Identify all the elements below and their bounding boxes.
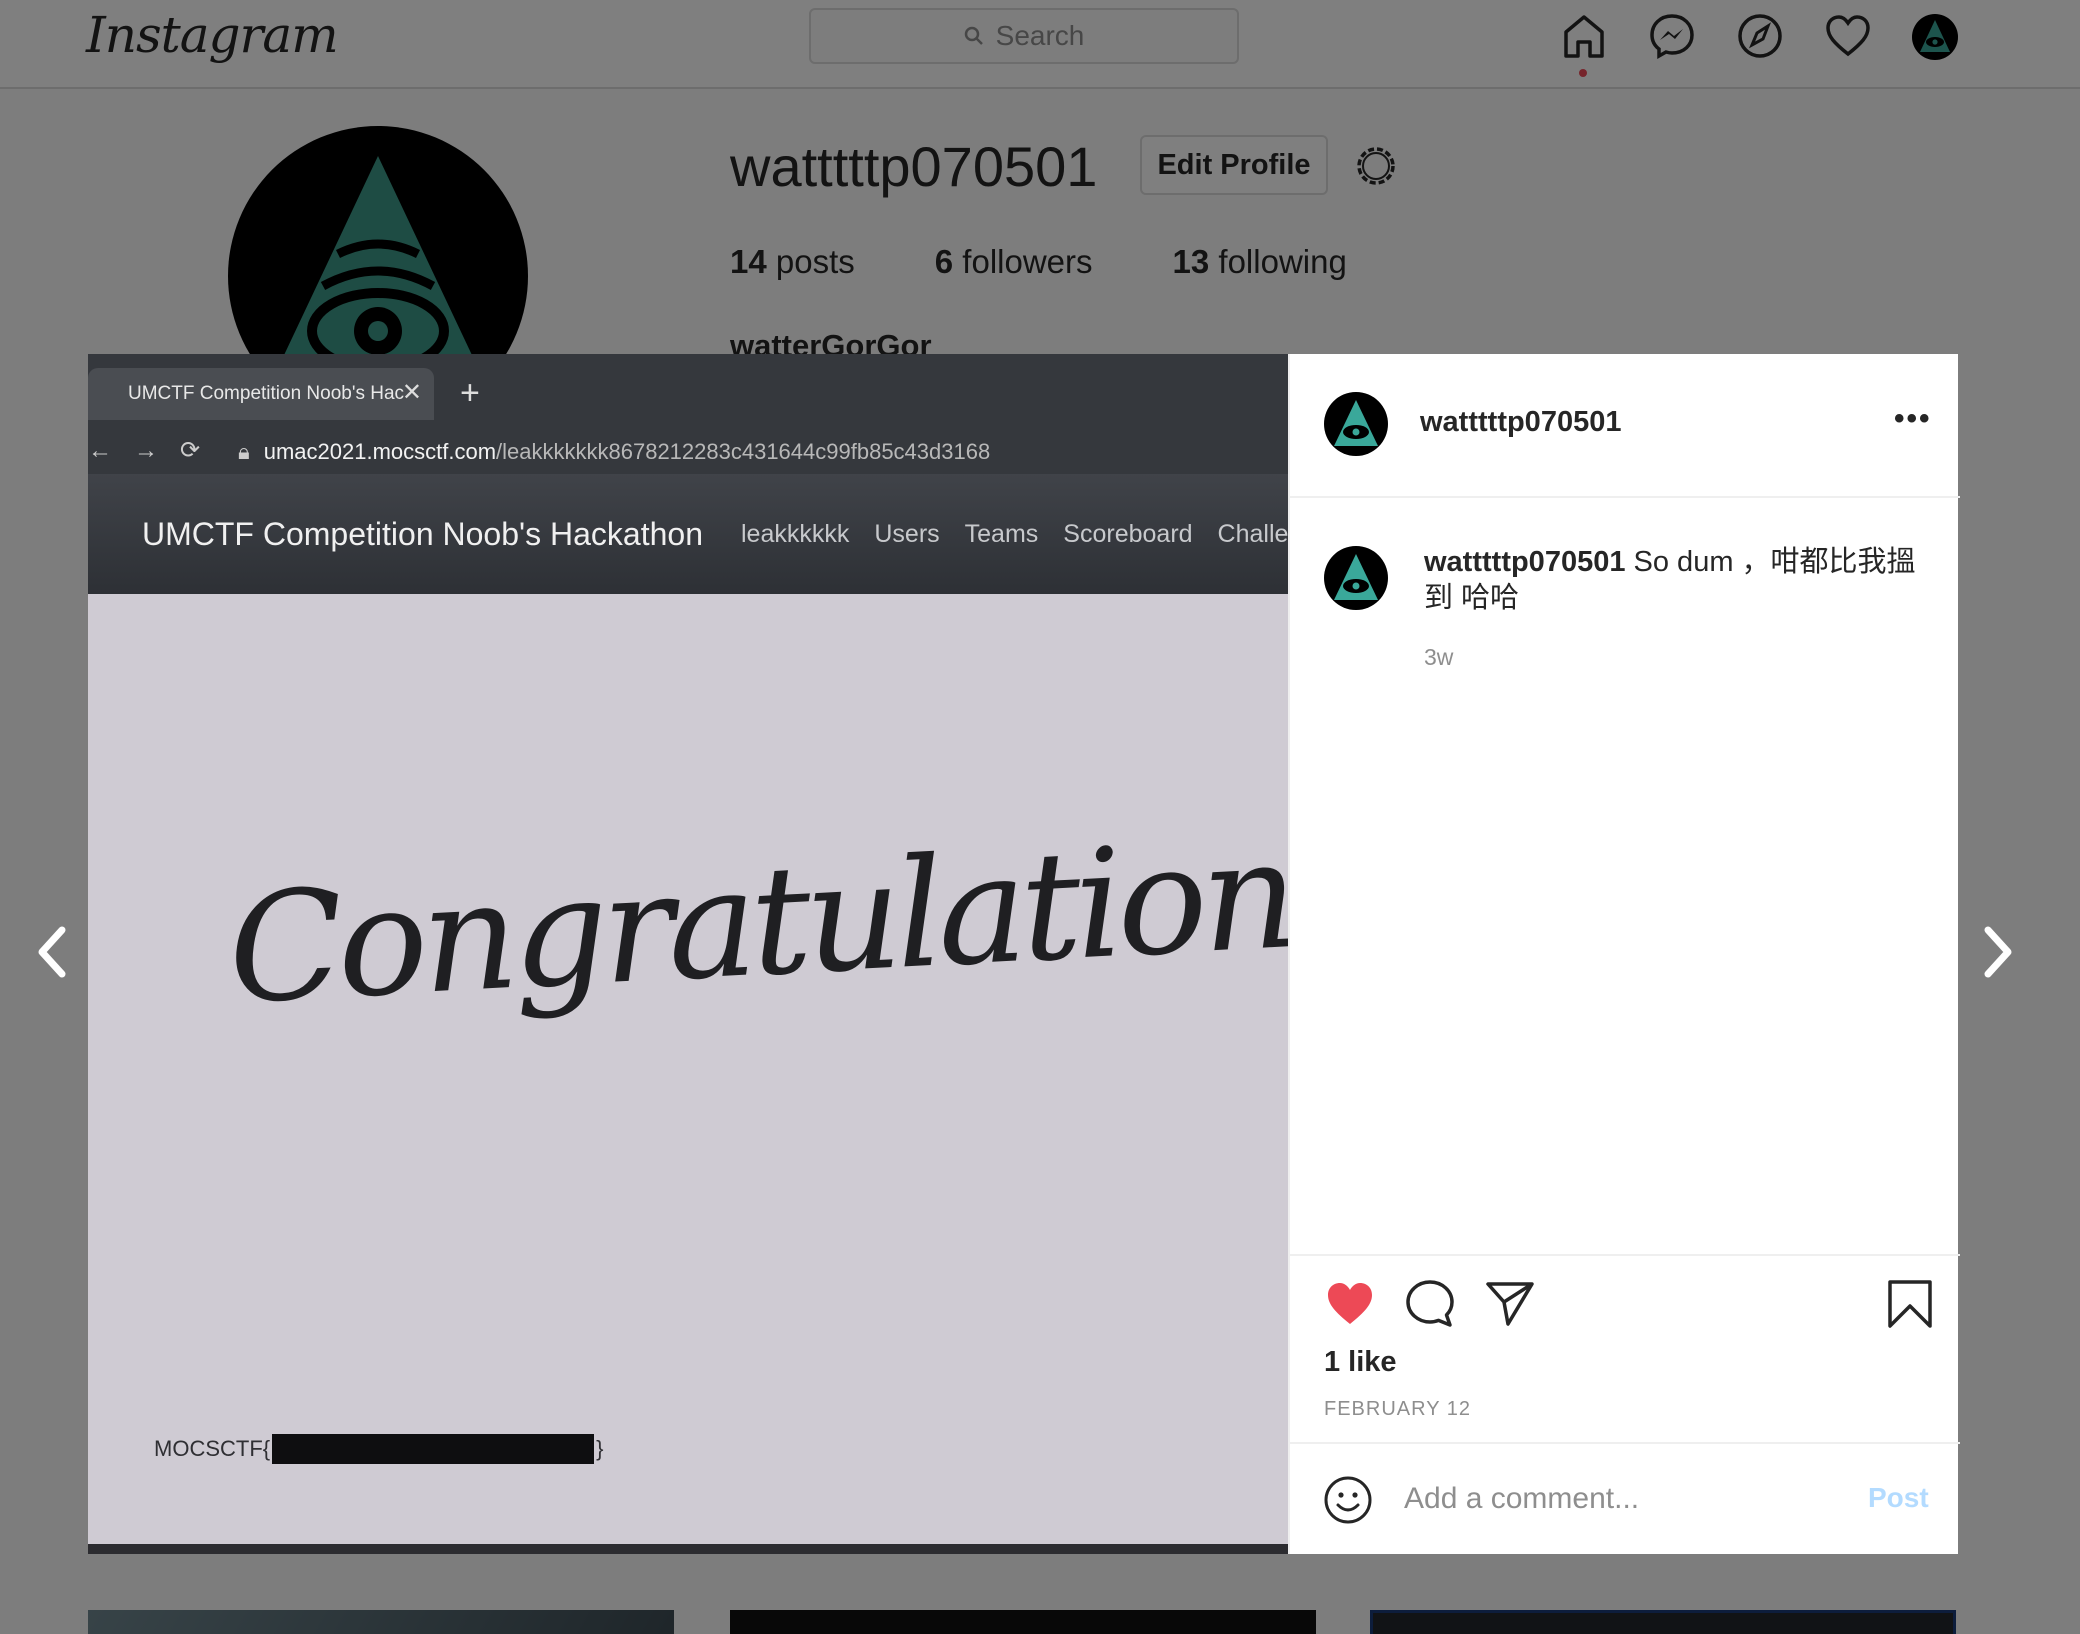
redaction-bar xyxy=(272,1434,595,1464)
author-avatar[interactable] xyxy=(1324,392,1388,456)
photo-flag-suffix: } xyxy=(596,1436,604,1461)
next-post-chevron-icon[interactable] xyxy=(1974,922,2022,982)
post-comment-button[interactable]: Post xyxy=(1868,1482,1929,1514)
photo-flag-prefix: MOCSCTF{ xyxy=(154,1436,271,1461)
photo-browser-chrome: UMCTF Competition Noob's Hac ✕ + ←→⟳ 🔒︎ … xyxy=(88,354,1288,474)
photo-url-host: umac2021.mocsctf.com xyxy=(263,439,497,464)
caption-time-ago: 3w xyxy=(1424,644,1454,670)
photo-site-brand: UMCTF Competition Noob's Hackathon xyxy=(142,515,703,552)
comment-bar: Post xyxy=(1290,1442,1960,1554)
comment-input[interactable] xyxy=(1404,1474,1844,1524)
save-bookmark-icon[interactable] xyxy=(1884,1278,1936,1330)
more-options-icon[interactable]: ••• xyxy=(1894,402,1932,436)
previous-post-chevron-icon[interactable] xyxy=(28,922,76,982)
photo-browser-tab: UMCTF Competition Noob's Hac ✕ xyxy=(88,368,434,420)
caption-username[interactable]: watttttp070501 xyxy=(1424,546,1625,578)
illuminati-eye-icon xyxy=(1334,554,1378,600)
photo-site-nav-item: Users xyxy=(874,519,940,548)
photo-site-nav-item: Challenge xyxy=(1217,519,1288,548)
photo-new-tab-icon: + xyxy=(460,374,480,412)
photo-url-path: /leakkkkkkk8678212283c431644c99fb85c43d3… xyxy=(496,439,991,464)
post-details-panel: watttttp070501 ••• watttttp070501 So dum… xyxy=(1288,354,1960,1554)
post-photo[interactable]: UMCTF Competition Noob's Hac ✕ + ←→⟳ 🔒︎ … xyxy=(88,354,1288,1554)
emoji-smiley-icon[interactable] xyxy=(1322,1474,1374,1526)
share-paper-plane-icon[interactable] xyxy=(1484,1278,1536,1330)
photo-congratulations-text: Congratulations xyxy=(224,804,1288,1038)
like-heart-icon[interactable] xyxy=(1324,1278,1376,1330)
actions-divider xyxy=(1290,1254,1960,1256)
photo-tab-title: UMCTF Competition Noob's Hac xyxy=(128,383,405,404)
photo-site-nav-item: leakkkkkk xyxy=(740,519,850,548)
post-header: watttttp070501 ••• xyxy=(1290,354,1960,498)
like-count[interactable]: 1 like xyxy=(1324,1346,1397,1379)
photo-screen-bezel xyxy=(88,1544,1288,1554)
post-date: FEBRUARY 12 xyxy=(1324,1398,1471,1420)
photo-browser-nav-icons: ←→⟳ xyxy=(88,437,223,464)
photo-site-nav-item: Scoreboard xyxy=(1063,519,1193,548)
photo-site-nav-item: Teams xyxy=(964,519,1039,548)
photo-tab-close-icon: ✕ xyxy=(401,379,422,406)
caption-author-avatar[interactable] xyxy=(1324,546,1388,610)
photo-lock-icon: 🔒︎ xyxy=(238,439,250,464)
photo-flag-text: MOCSCTF{} xyxy=(154,1434,603,1464)
post-author-username[interactable]: watttttp070501 xyxy=(1420,406,1621,439)
comment-icon[interactable] xyxy=(1404,1278,1456,1330)
photo-site-navbar: UMCTF Competition Noob's Hackathon leakk… xyxy=(88,474,1288,594)
post-caption: watttttp070501 So dum ，咁都比我搵到 哈哈 xyxy=(1424,544,1924,616)
photo-url-bar: 🔒︎ umac2021.mocsctf.com/leakkkkkkk867821… xyxy=(238,434,1288,470)
illuminati-eye-icon xyxy=(1334,400,1378,446)
